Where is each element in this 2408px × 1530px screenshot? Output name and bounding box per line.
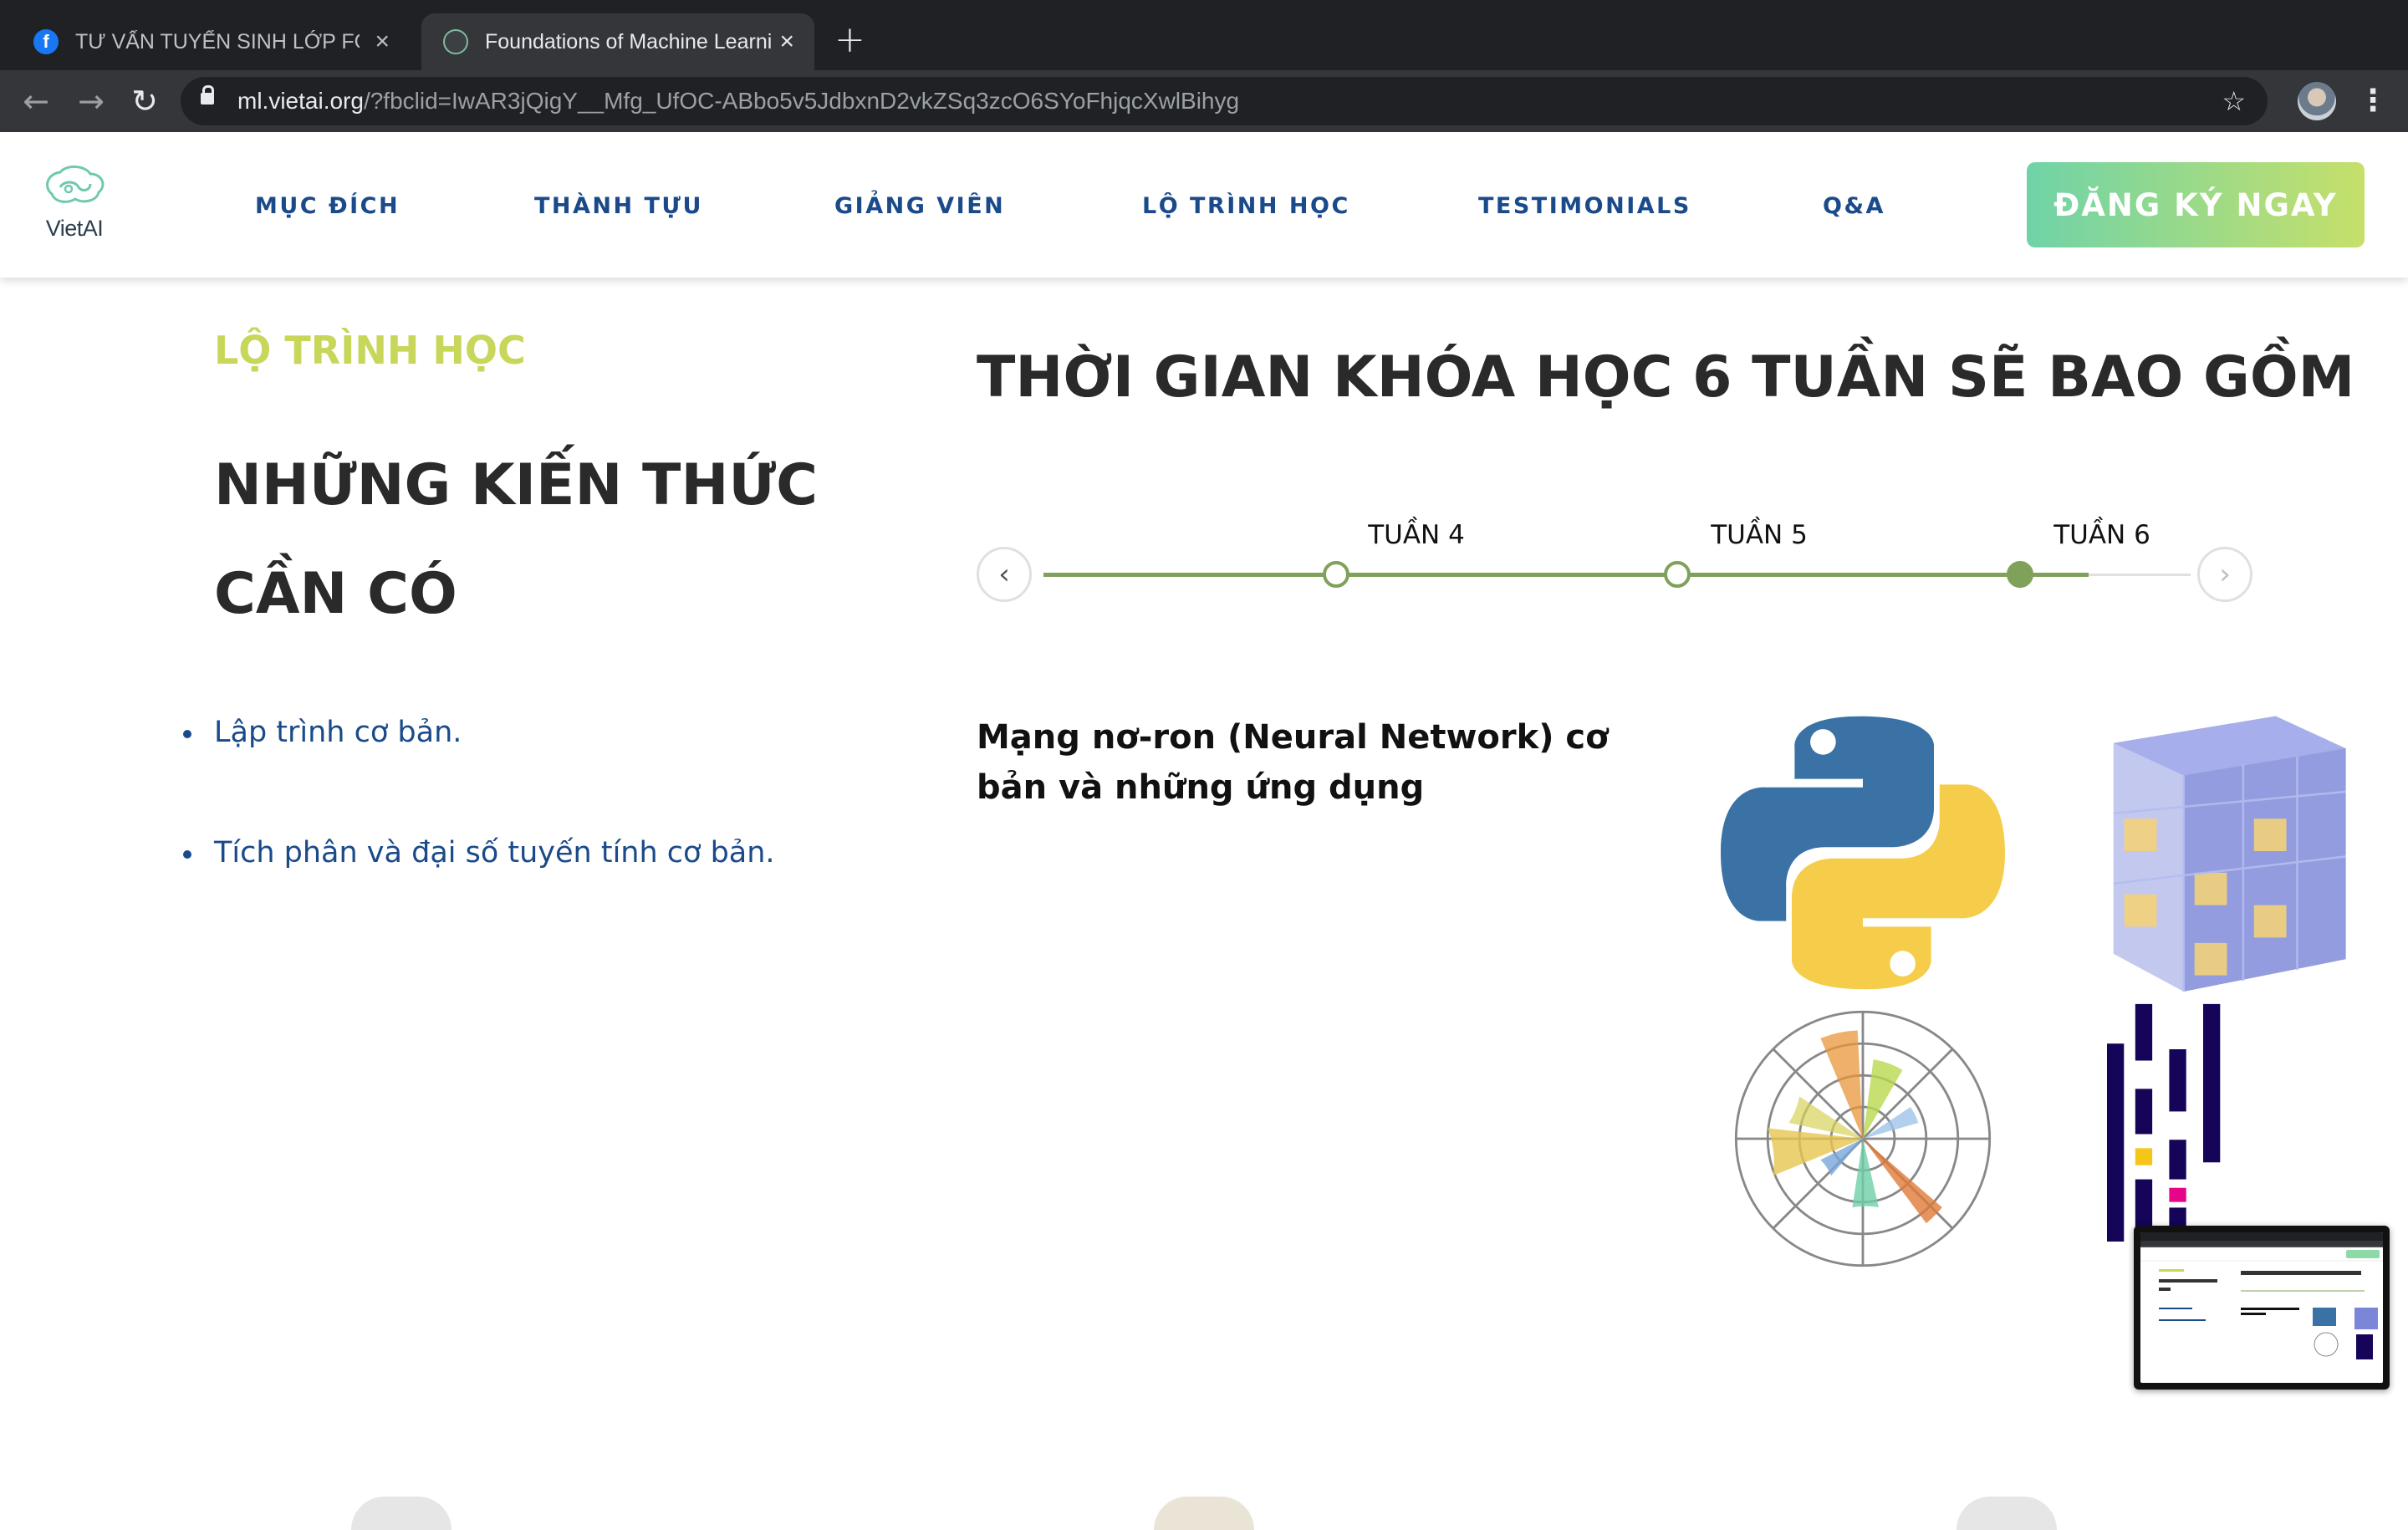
tab-title: TƯ VẤN TUYỂN SINH LỚP FOU: [75, 29, 360, 54]
vietai-logo[interactable]: VietAI: [38, 162, 110, 252]
address-bar[interactable]: ml.vietai.org/?fbclid=IwAR3jQigY__Mfg_Uf…: [181, 77, 2268, 125]
timeline-progress: [1043, 573, 2089, 577]
profile-avatar[interactable]: [2298, 82, 2336, 120]
polar-chart-icon: [1734, 1010, 1992, 1267]
timeline-next-button[interactable]: ›: [2197, 547, 2252, 602]
bottom-card-peek: [1154, 1497, 1254, 1530]
numpy-cube-logo: [2113, 716, 2346, 992]
nav-muc-dich[interactable]: MỤC ĐÍCH: [255, 193, 400, 219]
close-tab-icon[interactable]: ×: [779, 29, 794, 54]
week-topic: Mạng nơ-ron (Neural Network) cơ bản và n…: [977, 718, 1609, 807]
browser-tab-inactive[interactable]: f TƯ VẤN TUYỂN SINH LỚP FOU ×: [12, 13, 410, 70]
nav-lo-trinh-hoc[interactable]: LỘ TRÌNH HỌC: [1142, 193, 1350, 219]
vietai-logo-icon: [46, 166, 105, 203]
week-label[interactable]: TUẦN 6: [2018, 520, 2186, 550]
browser-toolbar: ← → ↻ ml.vietai.org/?fbclid=IwAR3jQigY__…: [0, 70, 2408, 132]
thumbnail-preview: [2140, 1232, 2383, 1383]
vietai-favicon: [443, 29, 468, 54]
logo-text: VietAI: [45, 216, 104, 241]
bottom-card-peek: [1956, 1497, 2057, 1530]
nav-giang-vien[interactable]: GIẢNG VIÊN: [834, 193, 1005, 219]
week-dot[interactable]: [1664, 561, 1691, 588]
browser-tabstrip: f TƯ VẤN TUYỂN SINH LỚP FOU × Foundation…: [0, 0, 2408, 70]
list-item: Lập trình cơ bản.: [181, 709, 775, 829]
python-logo: [1721, 716, 2005, 990]
reload-icon[interactable]: ↻: [122, 79, 167, 124]
week-timeline: ‹ › TUẦN 4 TUẦN 5 TUẦN 6: [977, 510, 2254, 610]
bottom-card-peek: [351, 1497, 452, 1530]
lock-icon: [201, 85, 214, 105]
facebook-icon: f: [33, 29, 59, 54]
week-label[interactable]: TUẦN 4: [1333, 520, 1500, 550]
week-label[interactable]: TUẦN 5: [1676, 520, 1843, 550]
forward-arrow-icon[interactable]: →: [69, 79, 114, 124]
browser-tab-active[interactable]: Foundations of Machine Learni ×: [421, 13, 814, 70]
prerequisites-heading: NHỮNG KIẾN THỨC CẦN CÓ: [214, 452, 819, 627]
tab-title: Foundations of Machine Learni: [485, 29, 773, 54]
site-header: VietAI MỤC ĐÍCH THÀNH TỰU GIẢNG VIÊN LỘ …: [0, 132, 2408, 278]
list-item: Tích phân và đại số tuyến tính cơ bản.: [181, 829, 775, 950]
nav-testimonials[interactable]: TESTIMONIALS: [1478, 193, 1691, 219]
more-menu-icon[interactable]: ⋮: [2358, 79, 2388, 124]
new-tab-button[interactable]: +: [834, 18, 865, 61]
close-tab-icon[interactable]: ×: [375, 29, 390, 54]
week-dot[interactable]: [1323, 561, 1349, 588]
prerequisites-list: Lập trình cơ bản. Tích phân và đại số tu…: [181, 709, 775, 950]
bookmark-star-icon[interactable]: ☆: [2222, 77, 2246, 125]
nav-qa[interactable]: Q&A: [1823, 193, 1885, 219]
thumbnail-image: [2140, 1232, 2383, 1359]
timeline-prev-button[interactable]: ‹: [977, 547, 1032, 602]
screenshot-thumbnail[interactable]: [2134, 1226, 2390, 1390]
nav-thanh-tuu[interactable]: THÀNH TỰU: [534, 193, 703, 219]
url-text: ml.vietai.org/?fbclid=IwAR3jQigY__Mfg_Uf…: [237, 88, 1240, 114]
register-now-button[interactable]: ĐĂNG KÝ NGAY: [2027, 162, 2365, 247]
back-arrow-icon[interactable]: ←: [13, 79, 59, 124]
course-duration-heading: THỜI GIAN KHÓA HỌC 6 TUẦN SẼ BAO GỒM: [977, 344, 2355, 411]
week-dot-active[interactable]: [2007, 561, 2033, 588]
section-eyebrow: LỘ TRÌNH HỌC: [214, 328, 526, 373]
